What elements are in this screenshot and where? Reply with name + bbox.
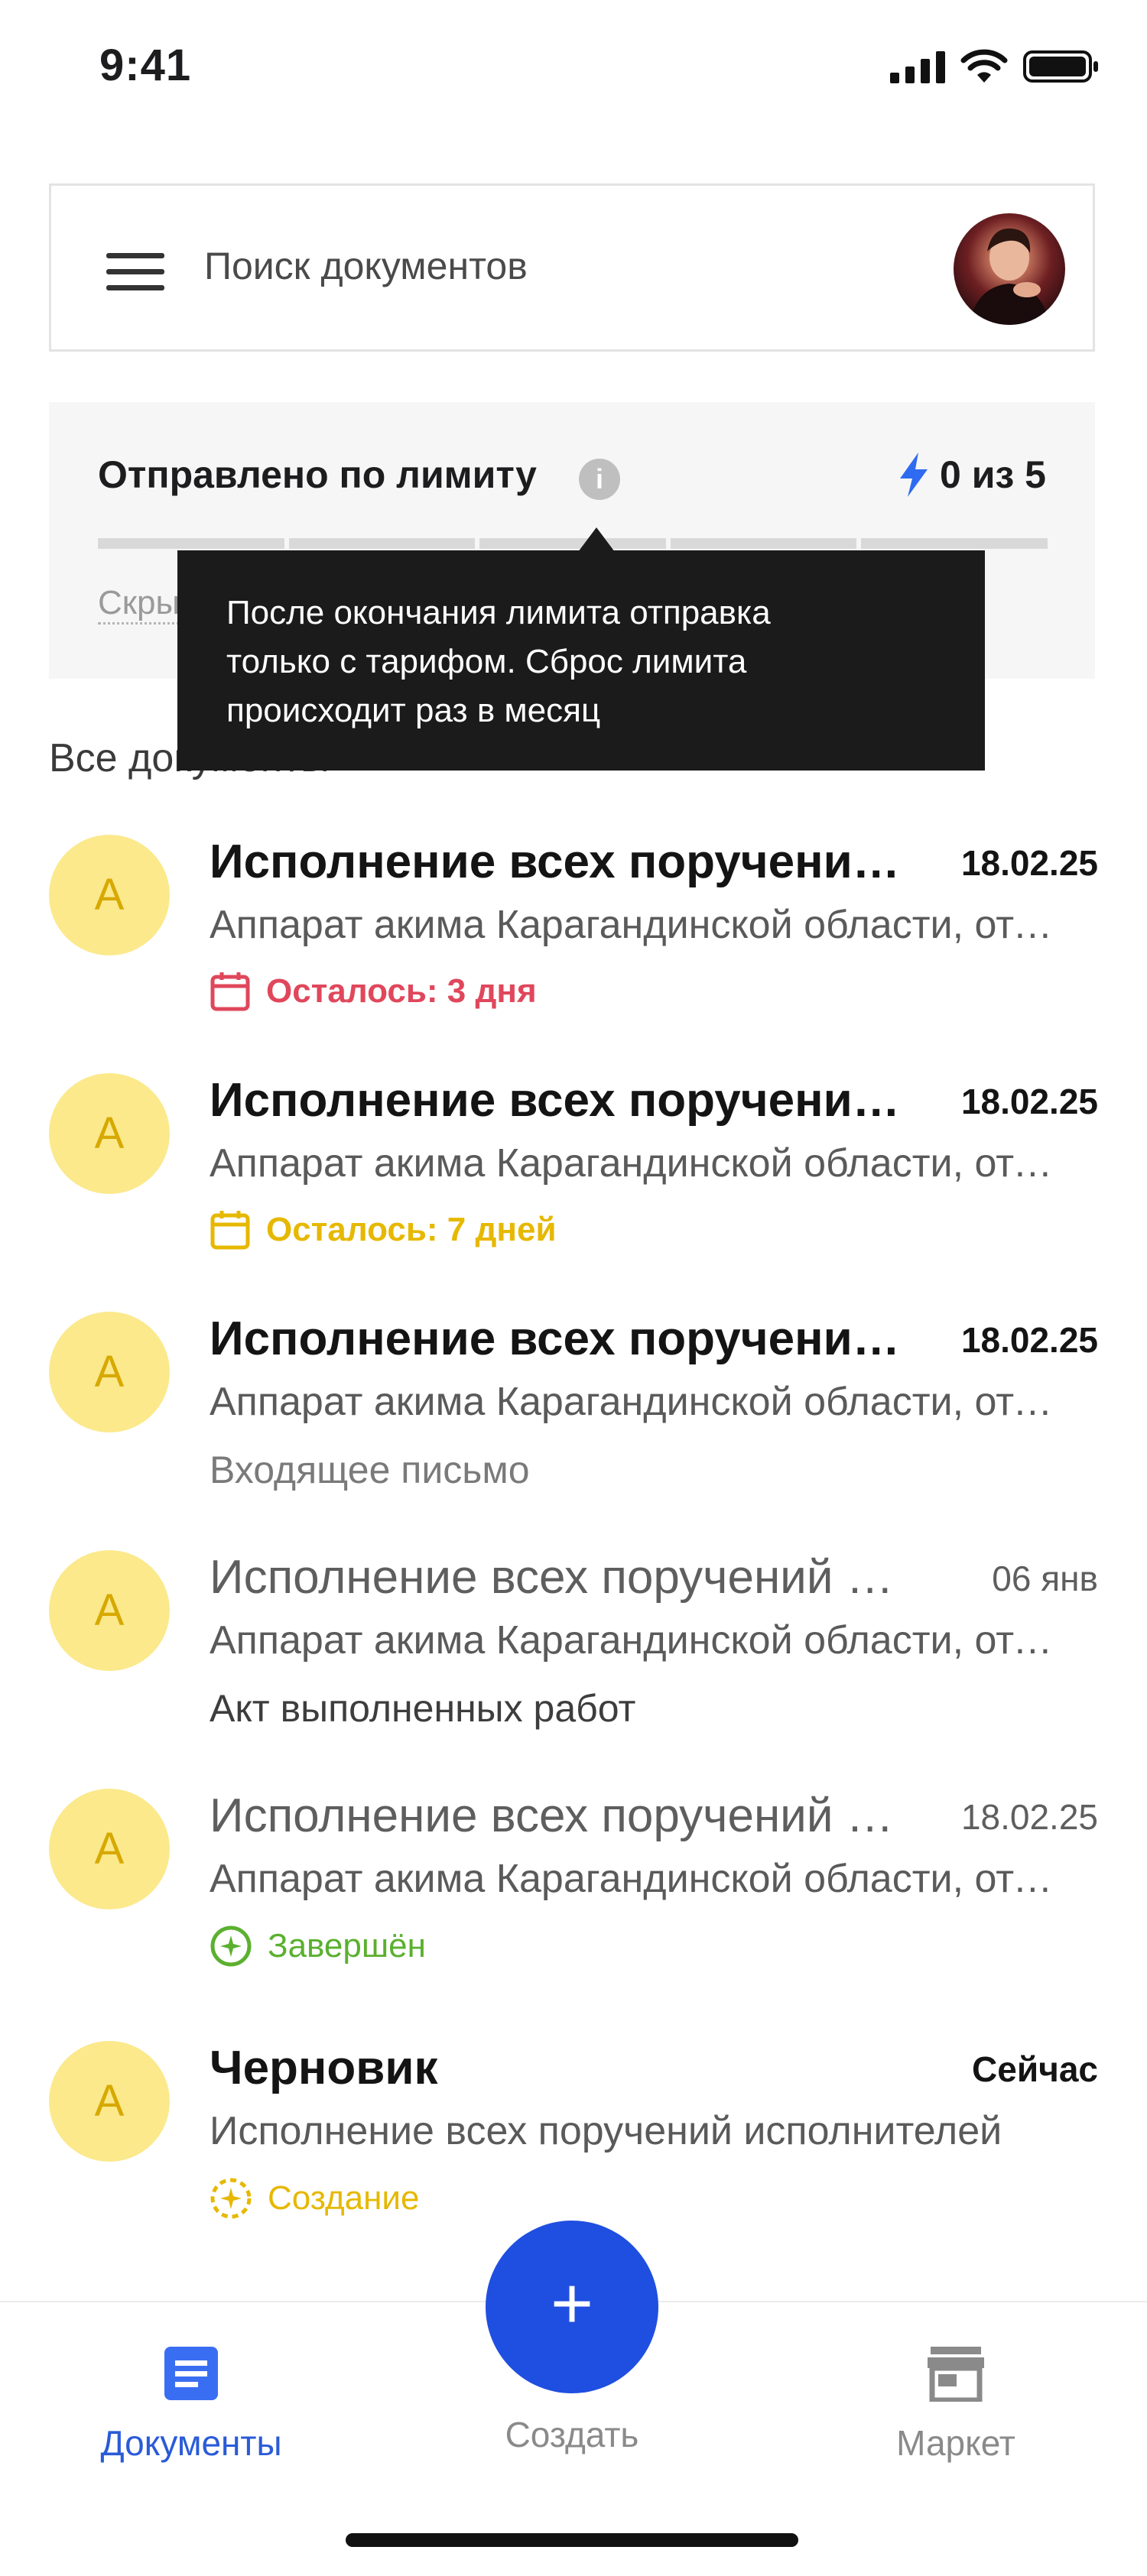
document-status-label: Осталось: 3 дня	[266, 972, 537, 1010]
document-avatar: А	[49, 835, 170, 955]
document-status: Завершён	[210, 1925, 426, 1968]
document-title: Черновик	[210, 2042, 438, 2094]
home-indicator[interactable]	[346, 2533, 798, 2547]
cellular-signal-icon	[890, 51, 945, 83]
document-avatar: А	[49, 1550, 170, 1671]
document-list-item[interactable]: А Исполнение всех поручений исполнителей…	[0, 1303, 1147, 1541]
document-status: Создание	[210, 2177, 419, 2220]
document-date: 18.02.25	[960, 1320, 1098, 1360]
limit-tooltip: После окончания лимита отправка только с…	[177, 550, 985, 771]
limit-segment	[98, 538, 284, 549]
document-subtitle: Исполнение всех поручений исполнителей	[210, 2109, 1002, 2153]
search-bar[interactable]: Поиск документов	[49, 183, 1095, 352]
document-title: Исполнение всех поручений исполнителей	[210, 1312, 905, 1365]
search-input[interactable]: Поиск документов	[204, 244, 528, 288]
document-title: Исполнение всех поручений исполнителей	[210, 835, 905, 888]
nav-tab-market[interactable]: Маркет	[841, 2345, 1071, 2464]
document-sender: Аппарат акима Карагандинской области, от…	[210, 1141, 1074, 1186]
document-status-label: Завершён	[268, 1927, 426, 1964]
limit-counter: 0 из 5	[898, 453, 1046, 497]
document-list-item[interactable]: А Исполнение всех поручений исполнителей…	[0, 826, 1147, 1064]
user-avatar[interactable]	[954, 213, 1065, 325]
create-button[interactable]: +	[486, 2221, 658, 2393]
document-title: Исполнение всех поручений исполнителей	[210, 1074, 905, 1127]
document-avatar: А	[49, 2041, 170, 2162]
lightning-icon	[900, 453, 928, 497]
document-date: 18.02.25	[960, 1797, 1098, 1837]
document-list-item[interactable]: А Исполнение всех поручений исполнителей…	[0, 1541, 1147, 1780]
nav-tab-documents[interactable]: Документы	[76, 2345, 306, 2464]
document-sender: Аппарат акима Карагандинской области, от…	[210, 903, 1074, 947]
documents-icon	[164, 2347, 218, 2400]
document-title: Исполнение всех поручений исполнителей	[210, 1551, 905, 1604]
document-sender: Аппарат акима Карагандинской области, от…	[210, 1380, 1074, 1424]
document-date: 18.02.25	[960, 843, 1098, 883]
document-status-label: Осталось: 7 дней	[266, 1211, 557, 1248]
completed-sparkle-icon	[210, 1926, 252, 1967]
tooltip-text: После окончания лимита отправка только с…	[226, 594, 771, 729]
hamburger-menu-icon[interactable]	[106, 253, 164, 290]
limit-progress-bar	[98, 538, 1048, 549]
document-date: Сейчас	[972, 2049, 1098, 2089]
document-type: Входящее письмо	[210, 1449, 530, 1491]
limit-segment	[479, 538, 666, 549]
battery-icon	[1023, 50, 1098, 83]
document-list-item[interactable]: А Исполнение всех поручений исполнителей…	[0, 1780, 1147, 2018]
nav-label-market: Маркет	[896, 2423, 1015, 2463]
limit-segment	[288, 538, 476, 549]
document-list-item[interactable]: А Исполнение всех поручений исполнителей…	[0, 1064, 1147, 1303]
calendar-icon	[210, 972, 250, 1011]
creating-sparkle-icon	[210, 2178, 252, 2219]
calendar-icon	[210, 1211, 250, 1250]
tooltip-arrow	[578, 527, 615, 552]
document-title: Исполнение всех поручений исполнителей	[210, 1789, 905, 1842]
limit-title: Отправлено по лимиту	[98, 453, 537, 496]
limit-segment	[670, 538, 857, 549]
limit-count-value: 0 из 5	[940, 453, 1046, 496]
document-status-label: Создание	[268, 2179, 420, 2217]
document-avatar: А	[49, 1312, 170, 1432]
document-type: Акт выполненных работ	[210, 1687, 636, 1730]
nav-tab-create[interactable]: Создать	[457, 2414, 687, 2455]
nav-label-create: Создать	[505, 2415, 639, 2454]
avatar-portrait-icon	[969, 228, 1050, 325]
info-icon[interactable]: i	[579, 459, 620, 500]
document-avatar: А	[49, 1073, 170, 1194]
nav-label-documents: Документы	[100, 2423, 282, 2463]
status-icons	[890, 49, 1100, 84]
store-icon	[928, 2347, 984, 2403]
document-avatar: А	[49, 1789, 170, 1909]
document-date: 18.02.25	[960, 1082, 1098, 1121]
document-sender: Аппарат акима Карагандинской области, от…	[210, 1857, 1074, 1901]
status-time: 9:41	[99, 41, 192, 90]
document-status: Осталось: 7 дней	[210, 1209, 557, 1251]
limit-segment	[861, 538, 1048, 549]
wifi-icon	[960, 49, 1008, 83]
document-sender: Аппарат акима Карагандинской области, от…	[210, 1618, 1074, 1663]
document-status: Осталось: 3 дня	[210, 971, 537, 1012]
document-date: 06 янв	[992, 1559, 1098, 1598]
